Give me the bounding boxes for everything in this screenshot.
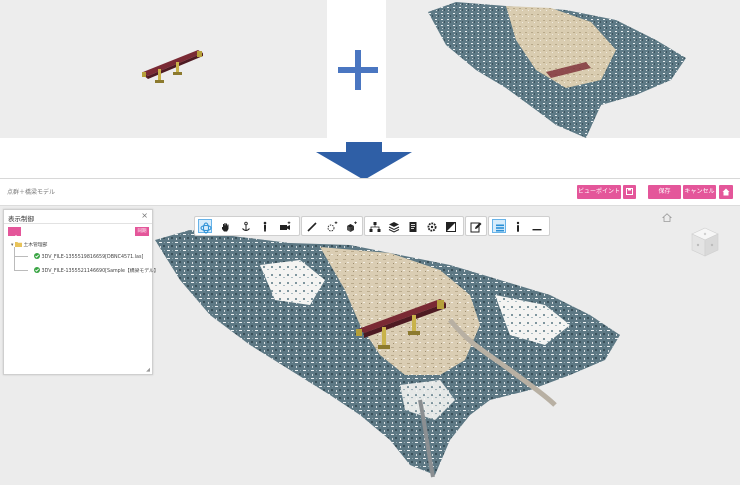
anchor-tool-button[interactable] <box>239 219 253 233</box>
down-arrow-icon <box>316 142 412 180</box>
toolbar-group-data <box>364 216 464 236</box>
document-icon <box>409 222 417 232</box>
view-cube[interactable] <box>690 226 720 258</box>
point-cloud-preview <box>386 0 740 138</box>
contrast-icon <box>446 222 456 232</box>
hierarchy-button[interactable] <box>368 219 382 233</box>
tree-item-label: 3DV_FILE-1355519816659[DBNC4571.las] <box>41 255 144 260</box>
panel-divider <box>4 223 152 224</box>
viewpoint-button[interactable]: ビューポイント <box>577 185 621 199</box>
home-button[interactable] <box>719 185 733 199</box>
edit-button[interactable] <box>469 219 483 233</box>
orbit-tool-button[interactable] <box>198 219 212 234</box>
point-cloud-image <box>428 2 686 138</box>
list-icon <box>496 224 504 232</box>
tree-item-label: 3DV_FILE-1355521146690[Sample【橋梁モデル】 <box>41 269 159 274</box>
tree-root-node[interactable]: ▾ 土木管理部 <box>11 241 47 248</box>
info-icon <box>516 221 520 232</box>
3d-viewport[interactable] <box>150 225 640 485</box>
breadcrumb: 点群＋橋梁モデル <box>7 189 56 196</box>
viewer-toolbar <box>194 216 550 236</box>
snap-plus-icon <box>327 221 338 232</box>
orbit-icon <box>200 222 212 234</box>
edit-icon <box>470 222 482 233</box>
hierarchy-icon <box>369 222 381 232</box>
save-button[interactable]: 保存 <box>648 185 681 199</box>
tree-connector <box>14 270 28 271</box>
toolbar-group-panels <box>488 216 550 236</box>
bridge-pier <box>412 315 416 333</box>
walk-tool-button[interactable] <box>258 219 272 233</box>
save-icon <box>626 188 633 195</box>
folder-icon <box>14 242 22 247</box>
display-mode-button[interactable] <box>444 219 458 233</box>
layers-icon <box>388 222 400 233</box>
cube-plus-icon <box>347 221 357 232</box>
bridge-pier <box>382 327 386 347</box>
layers-button[interactable] <box>387 219 401 233</box>
camera-plus-icon <box>280 221 291 230</box>
document-button[interactable] <box>406 219 420 233</box>
anchor-icon <box>242 221 250 231</box>
add-camera-button[interactable] <box>278 219 292 233</box>
display-control-panel: 表示制御 × 同期 ▾ 土木管理部 3DV_FILE-1355519816659… <box>3 209 159 375</box>
sync-button[interactable]: 同期 <box>135 227 149 236</box>
tree-item[interactable]: 3DV_FILE-1355521146690[Sample【橋梁モデル】 <box>34 267 159 274</box>
hand-pan-icon <box>222 223 229 232</box>
viewpoint-save-button[interactable] <box>623 185 636 199</box>
toolbar-group-measure <box>301 216 363 236</box>
measure-tool-button[interactable] <box>305 219 319 233</box>
viewer-app: 点群＋橋梁モデル ビューポイント 保存 キャンセル 表示制御 × 同期 ▾ 土木… <box>0 178 740 485</box>
plus-icon <box>338 50 378 90</box>
info-button[interactable] <box>511 219 525 233</box>
panel-edit-button[interactable] <box>8 227 21 240</box>
gear-icon <box>427 222 437 232</box>
home-icon <box>722 188 730 196</box>
toolbar-group-navigation <box>194 216 300 236</box>
home-view-icon[interactable] <box>662 213 672 222</box>
minimize-button[interactable] <box>530 219 544 233</box>
bridge-model-preview <box>0 0 327 138</box>
tree-item[interactable]: 3DV_FILE-1355519816659[DBNC4571.las] <box>34 253 143 260</box>
settings-button[interactable] <box>425 219 439 233</box>
ruler-line-icon <box>307 222 317 232</box>
cancel-button[interactable]: キャンセル <box>683 185 716 199</box>
resize-grip-icon[interactable]: ◢ <box>146 367 150 373</box>
close-icon[interactable]: × <box>141 211 148 220</box>
tree-root-label: 土木管理部 <box>23 243 48 248</box>
add-object-button[interactable] <box>344 219 358 233</box>
add-point-button[interactable] <box>325 219 339 233</box>
expand-toggle-icon[interactable]: ▾ <box>11 243 13 248</box>
walk-person-icon <box>263 221 267 232</box>
bridge-model-image <box>142 50 203 83</box>
tree-connector <box>14 256 28 257</box>
toolbar-group-edit <box>465 216 487 236</box>
tree-connector <box>14 247 15 271</box>
check-icon[interactable] <box>34 267 40 273</box>
pan-tool-button[interactable] <box>219 219 233 233</box>
app-header: 点群＋橋梁モデル ビューポイント 保存 キャンセル <box>0 179 740 206</box>
panel-title: 表示制御 <box>8 215 34 223</box>
minimize-icon <box>532 229 542 231</box>
check-icon[interactable] <box>34 253 40 259</box>
list-panel-button[interactable] <box>492 219 506 233</box>
